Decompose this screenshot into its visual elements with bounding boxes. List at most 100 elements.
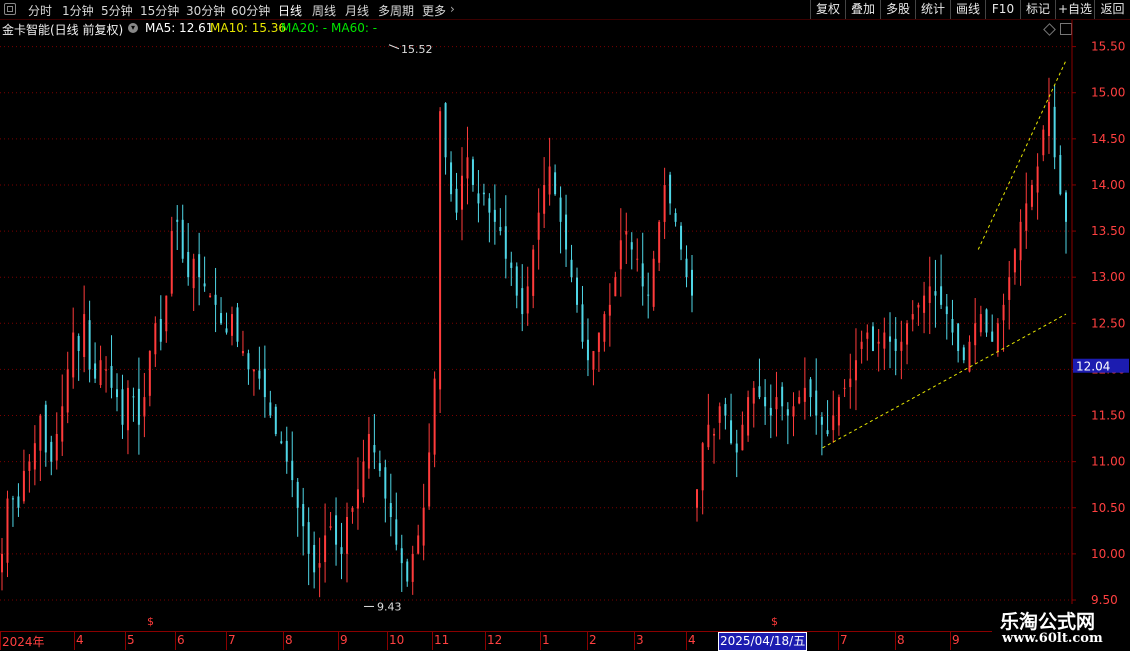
candle	[1047, 77, 1050, 154]
candle-body	[455, 188, 458, 213]
time-axis-tick	[125, 632, 126, 650]
candle	[450, 151, 453, 202]
candle-body	[252, 369, 255, 372]
trendline	[977, 60, 1067, 250]
candle	[608, 283, 611, 347]
candle-body	[849, 378, 852, 388]
statistics-button[interactable]: 统计	[915, 0, 950, 19]
tab-fenshi[interactable]: 分时	[28, 2, 52, 19]
candle-body	[214, 294, 217, 305]
candle	[110, 335, 113, 399]
tab-5min[interactable]: 5分钟	[101, 2, 133, 19]
candle	[433, 371, 436, 468]
tab-monthly[interactable]: 月线	[345, 2, 369, 19]
candle-body	[883, 332, 886, 349]
candle-body	[493, 209, 496, 222]
candle	[945, 294, 948, 340]
candle-body	[685, 258, 688, 278]
candle-body	[758, 386, 761, 398]
candle-body	[291, 460, 294, 481]
tab-60min[interactable]: 60分钟	[231, 2, 270, 19]
candle-body	[576, 277, 578, 305]
candle	[674, 208, 677, 227]
candle	[537, 188, 540, 270]
candle	[187, 223, 190, 286]
candle-body	[110, 366, 113, 388]
candle	[132, 387, 135, 422]
candle	[849, 353, 852, 409]
time-axis-label: 1	[542, 633, 550, 647]
kline-chart[interactable]: 15.5015.0014.5014.0013.5013.0012.5012.00…	[0, 20, 1130, 631]
candle-body	[411, 553, 414, 582]
candle-body	[263, 368, 266, 398]
tab-30min[interactable]: 30分钟	[186, 2, 225, 19]
multi-stock-button[interactable]: 多股	[880, 0, 915, 19]
candle	[526, 266, 529, 326]
candle-body	[6, 498, 9, 563]
chevron-right-icon[interactable]: ›	[450, 2, 455, 16]
candle	[889, 312, 892, 369]
candle-body	[400, 548, 403, 564]
candle	[373, 414, 376, 470]
candle-body	[940, 286, 943, 305]
time-axis-tick	[175, 632, 176, 650]
candle	[198, 232, 201, 306]
menu-icon[interactable]	[4, 3, 16, 15]
high-label: 15.52	[401, 43, 433, 56]
candle-body	[652, 258, 655, 307]
candle-body	[329, 526, 332, 528]
candle-body	[548, 166, 551, 195]
candle-body	[444, 103, 447, 158]
overlay-button[interactable]: 叠加	[845, 0, 880, 19]
time-axis-tick	[74, 632, 75, 650]
candle-body	[116, 389, 118, 398]
tab-weekly[interactable]: 周线	[312, 2, 336, 19]
candle	[543, 157, 546, 229]
add-watchlist-button[interactable]: +自选	[1055, 0, 1094, 19]
candle-body	[378, 463, 381, 471]
time-axis-tick	[587, 632, 588, 650]
mark-button[interactable]: 标记	[1020, 0, 1055, 19]
candle-body	[730, 420, 733, 444]
candle-body	[50, 441, 53, 462]
candle-body	[450, 162, 453, 195]
candle	[263, 345, 266, 418]
candle-body	[747, 397, 750, 436]
draw-line-button[interactable]: 画线	[950, 0, 985, 19]
tab-multi-period[interactable]: 多周期	[378, 2, 414, 19]
candle	[285, 426, 288, 474]
candle	[1025, 172, 1028, 249]
candle	[747, 390, 750, 442]
candle-body	[701, 443, 704, 491]
f10-button[interactable]: F10	[985, 0, 1020, 19]
candle-body	[44, 404, 47, 453]
candle	[493, 184, 496, 245]
candle-body	[225, 328, 228, 333]
candle-body	[608, 304, 611, 316]
restore-rights-button[interactable]: 复权	[810, 0, 845, 19]
price-tick-label: 14.00	[1091, 178, 1125, 192]
candle-body	[735, 443, 738, 453]
candle	[691, 255, 693, 313]
candle-body	[428, 452, 431, 507]
candle-body	[77, 335, 80, 351]
tab-15min[interactable]: 15分钟	[140, 2, 179, 19]
candle-body	[83, 314, 86, 358]
price-tick-label: 15.50	[1091, 40, 1125, 54]
candle	[137, 357, 140, 455]
tab-1min[interactable]: 1分钟	[62, 2, 94, 19]
tab-daily[interactable]: 日线	[278, 2, 302, 19]
candle	[669, 171, 672, 215]
candle	[871, 322, 874, 352]
candle-body	[324, 535, 327, 563]
candle	[17, 483, 20, 517]
candle	[471, 156, 474, 192]
tab-more[interactable]: 更多	[422, 2, 446, 19]
candle-body	[33, 443, 36, 470]
back-button[interactable]: 返回	[1094, 0, 1130, 19]
candle-body	[592, 350, 595, 370]
candle-body	[466, 157, 469, 179]
price-tick-label: 10.00	[1091, 547, 1125, 561]
candle	[1065, 190, 1067, 254]
time-axis-tick	[338, 632, 339, 650]
